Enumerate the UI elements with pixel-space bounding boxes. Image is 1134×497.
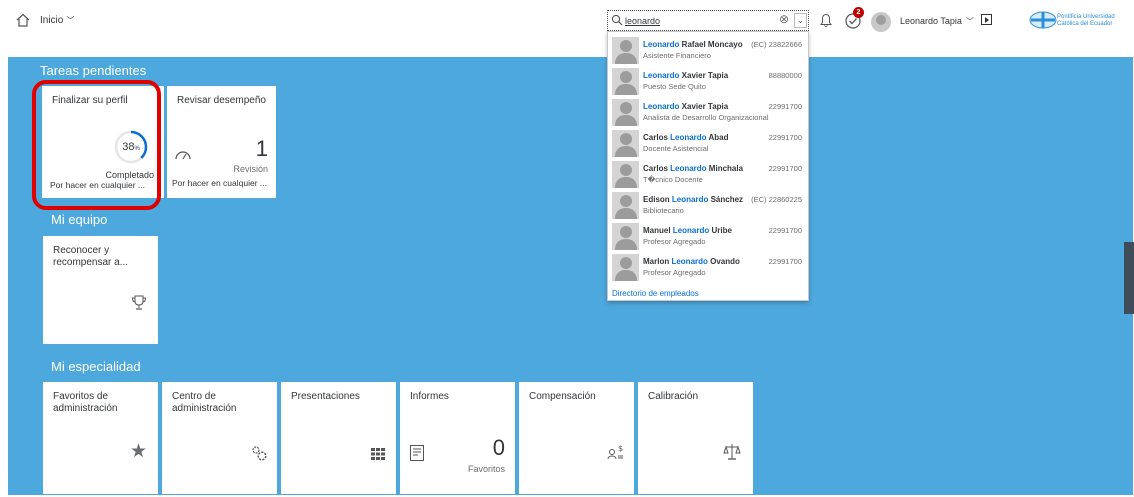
compensation-icon: $ (607, 444, 623, 460)
result-title: Puesto Sede Quito (643, 82, 706, 91)
result-name: Carlos Leonardo Abad (643, 133, 729, 142)
result-id: (EC) 22860225 (751, 195, 802, 204)
person-photo (612, 68, 639, 95)
highlight-annotation (32, 80, 161, 210)
scale-icon (723, 444, 741, 460)
search-result-row[interactable]: Carlos Leonardo Abad Docente Asistencial 2… (608, 128, 808, 159)
result-name: Edison Leonardo Sánchez (643, 195, 744, 204)
svg-text:$: $ (618, 444, 623, 453)
tile-title: Favoritos de administración (53, 391, 118, 414)
result-id: 88880000 (768, 71, 802, 80)
tile-title: Centro de administración (172, 391, 237, 414)
user-name-label: Leonardo Tapia (900, 16, 962, 26)
shell-header: Inicio﹀ ⊗ ⌄ 2 Leonardo Tapia﹀ Pontificia… (0, 0, 1134, 57)
search-result-row[interactable]: Marlon Leonardo Ovando Profesor Agregado 2… (608, 252, 808, 283)
university-logo-text: Pontificia Universidad Católica del Ecua… (1057, 14, 1115, 27)
tile-recognize[interactable]: Reconocer y recompensar a... (43, 236, 158, 344)
tile-admin-center[interactable]: Centro de administración (162, 382, 277, 494)
search-result-row[interactable]: Leonardo Xavier Tapia Puesto Sede Quito 88… (608, 66, 808, 97)
reports-count: 0 (492, 435, 505, 460)
section-title-pending: Tareas pendientes (40, 63, 147, 78)
result-id: 22991700 (768, 102, 802, 111)
home-menu[interactable]: Inicio ﹀ (40, 15, 74, 26)
person-photo (612, 37, 639, 64)
search-input[interactable] (625, 13, 775, 28)
feedback-side-tab[interactable] (1124, 242, 1134, 314)
result-name: Leonardo Xavier Tapia (643, 102, 729, 111)
tile-reports[interactable]: Informes 0 Favoritos (400, 382, 515, 494)
report-icon (410, 445, 424, 461)
result-title: Profesor Agregado (643, 237, 706, 246)
star-icon: ★ (130, 441, 148, 462)
tile-calibration[interactable]: Calibración (638, 382, 753, 494)
notification-badge: 2 (853, 7, 864, 18)
search-result-row[interactable]: Leonardo Xavier Tapia Analista de Desarro… (608, 97, 808, 128)
search-result-row[interactable]: Manuel Leonardo Uribe Profesor Agregado 22… (608, 221, 808, 252)
tile-title: Revisar desempeño (177, 95, 266, 106)
person-photo (612, 254, 639, 281)
result-name: Leonardo Xavier Tapia (643, 71, 729, 80)
tile-title: Reconocer y recompensar a... (53, 245, 129, 268)
result-name: Leonardo Rafael Moncayo (643, 40, 743, 49)
employee-directory-link[interactable]: Directorio de empleados (612, 289, 699, 298)
grid-icon (371, 448, 385, 460)
university-logo (1029, 11, 1057, 29)
home-page-content: Tareas pendientes Finalizar su perfil 38… (8, 57, 1133, 495)
home-icon[interactable] (16, 13, 30, 27)
result-id: 22991700 (768, 133, 802, 142)
search-result-row[interactable]: Carlos Leonardo Minchala T�cnico Docente 2… (608, 159, 808, 190)
chevron-down-icon: ﹀ (66, 16, 75, 25)
result-title: Bibliotecario (643, 206, 684, 215)
person-photo (612, 161, 639, 188)
person-photo (612, 130, 639, 157)
person-photo (612, 192, 639, 219)
tile-title: Calibración (648, 391, 699, 402)
presentation-mode-icon[interactable] (981, 14, 992, 25)
search-results-dropdown: Leonardo Rafael Moncayo Asistente Financi… (607, 31, 809, 301)
person-photo (612, 99, 639, 126)
result-title: Asistente Financiero (643, 51, 711, 60)
section-title-specialty: Mi especialidad (51, 359, 141, 374)
clear-icon[interactable]: ⊗ (779, 12, 789, 26)
gears-icon (252, 446, 267, 461)
search-scope-dropdown[interactable]: ⌄ (794, 13, 807, 28)
tile-title: Presentaciones (291, 391, 360, 402)
result-title: Docente Asistencial (643, 144, 709, 153)
result-id: 22991700 (768, 164, 802, 173)
avatar[interactable] (871, 12, 891, 32)
search-result-row[interactable]: Leonardo Rafael Moncayo Asistente Financi… (608, 35, 808, 66)
search-field: ⊗ ⌄ (607, 10, 809, 31)
reports-unit: Favoritos (467, 464, 505, 474)
chevron-down-icon: ﹀ (965, 17, 974, 26)
result-title: Analista de Desarrollo Organizacional (643, 113, 769, 122)
trophy-icon (131, 295, 147, 310)
result-name: Carlos Leonardo Minchala (643, 164, 744, 173)
result-id: (EC) 23822666 (751, 40, 802, 49)
tile-compensation[interactable]: Compensación $ (519, 382, 634, 494)
home-menu-label: Inicio (40, 15, 64, 26)
section-title-team: Mi equipo (51, 212, 108, 227)
result-name: Marlon Leonardo Ovando (643, 257, 740, 266)
result-id: 22991700 (768, 257, 802, 266)
tile-review-performance[interactable]: Revisar desempeño 1 Revisión Por hacer e… (167, 86, 276, 198)
result-title: T�cnico Docente (643, 175, 703, 184)
result-title: Profesor Agregado (643, 268, 706, 277)
tile-title: Informes (410, 391, 449, 402)
gauge-icon (175, 151, 191, 160)
result-id: 22991700 (768, 226, 802, 235)
tile-title: Compensación (529, 391, 596, 402)
review-unit: Revisión (233, 164, 268, 174)
result-name: Manuel Leonardo Uribe (643, 226, 732, 235)
tile-presentations[interactable]: Presentaciones (281, 382, 396, 494)
tile-footer: Por hacer en cualquier ... (172, 178, 267, 188)
user-menu[interactable]: Leonardo Tapia ﹀ (900, 16, 974, 27)
search-icon[interactable] (611, 14, 623, 26)
search-result-row[interactable]: Edison Leonardo Sánchez Bibliotecario (EC)… (608, 190, 808, 221)
person-photo (612, 223, 639, 250)
bell-icon[interactable] (819, 13, 833, 28)
tile-admin-favorites[interactable]: Favoritos de administración ★ (43, 382, 158, 494)
review-count: 1 (255, 136, 268, 161)
